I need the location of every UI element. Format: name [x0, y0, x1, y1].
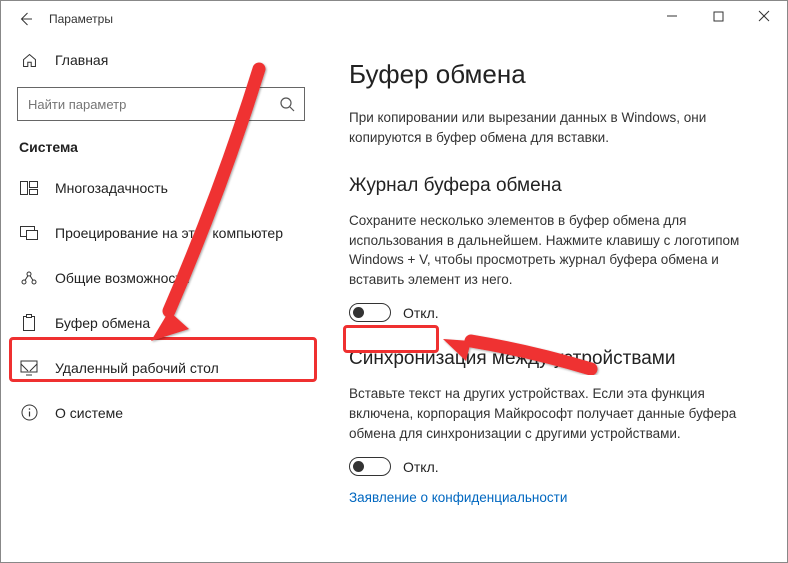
titlebar: Параметры — [1, 1, 787, 37]
info-icon — [19, 404, 39, 421]
privacy-link[interactable]: Заявление о конфиденциальности — [349, 490, 759, 505]
nav-label: Проецирование на этот компьютер — [55, 225, 283, 241]
settings-window: Параметры Главная — [0, 0, 788, 563]
sync-toggle-row: Откл. — [349, 457, 759, 476]
projecting-icon — [19, 226, 39, 240]
sidebar-item-projecting[interactable]: Проецирование на этот компьютер — [1, 210, 321, 255]
sidebar-item-clipboard[interactable]: Буфер обмена — [1, 300, 321, 345]
back-button[interactable] — [9, 3, 41, 35]
body: Главная Система Многозадачность — [1, 37, 787, 562]
arrow-left-icon — [17, 11, 33, 27]
toggle-knob — [353, 307, 364, 318]
history-toggle[interactable] — [349, 303, 391, 322]
minimize-button[interactable] — [649, 1, 695, 31]
shared-icon — [19, 270, 39, 286]
maximize-icon — [713, 11, 724, 22]
search-wrap — [17, 87, 305, 121]
sync-toggle-label: Откл. — [403, 459, 439, 475]
nav-label: Многозадачность — [55, 180, 168, 196]
sidebar-item-multitasking[interactable]: Многозадачность — [1, 165, 321, 210]
sidebar: Главная Система Многозадачность — [1, 37, 321, 562]
sidebar-item-about[interactable]: О системе — [1, 390, 321, 435]
sidebar-item-remote[interactable]: Удаленный рабочий стол — [1, 345, 321, 390]
nav-label: О системе — [55, 405, 123, 421]
sync-toggle[interactable] — [349, 457, 391, 476]
maximize-button[interactable] — [695, 1, 741, 31]
home-label: Главная — [55, 52, 108, 68]
nav-label: Удаленный рабочий стол — [55, 360, 219, 376]
history-toggle-row: Откл. — [349, 303, 759, 322]
section-header: Система — [1, 133, 321, 165]
window-controls — [649, 1, 787, 31]
nav-label: Общие возможности — [55, 270, 190, 286]
close-button[interactable] — [741, 1, 787, 31]
minimize-icon — [666, 10, 678, 22]
multitasking-icon — [19, 181, 39, 195]
sync-title: Синхронизация между устройствами — [349, 348, 759, 370]
intro-text: При копировании или вырезании данных в W… — [349, 108, 759, 147]
remote-desktop-icon — [19, 360, 39, 376]
search-icon — [279, 96, 295, 112]
home-icon — [19, 52, 39, 69]
clipboard-icon — [19, 314, 39, 332]
sync-desc: Вставьте текст на других устройствах. Ес… — [349, 384, 759, 443]
nav-label: Буфер обмена — [55, 315, 150, 331]
app-title: Параметры — [49, 12, 113, 26]
close-icon — [758, 10, 770, 22]
search-input[interactable] — [17, 87, 305, 121]
content-pane: Буфер обмена При копировании или вырезан… — [321, 37, 787, 562]
home-button[interactable]: Главная — [1, 41, 321, 79]
history-toggle-label: Откл. — [403, 305, 439, 321]
page-title: Буфер обмена — [349, 59, 759, 90]
sidebar-item-shared[interactable]: Общие возможности — [1, 255, 321, 300]
history-title: Журнал буфера обмена — [349, 175, 759, 197]
toggle-knob — [353, 461, 364, 472]
history-desc: Сохраните несколько элементов в буфер об… — [349, 211, 759, 289]
